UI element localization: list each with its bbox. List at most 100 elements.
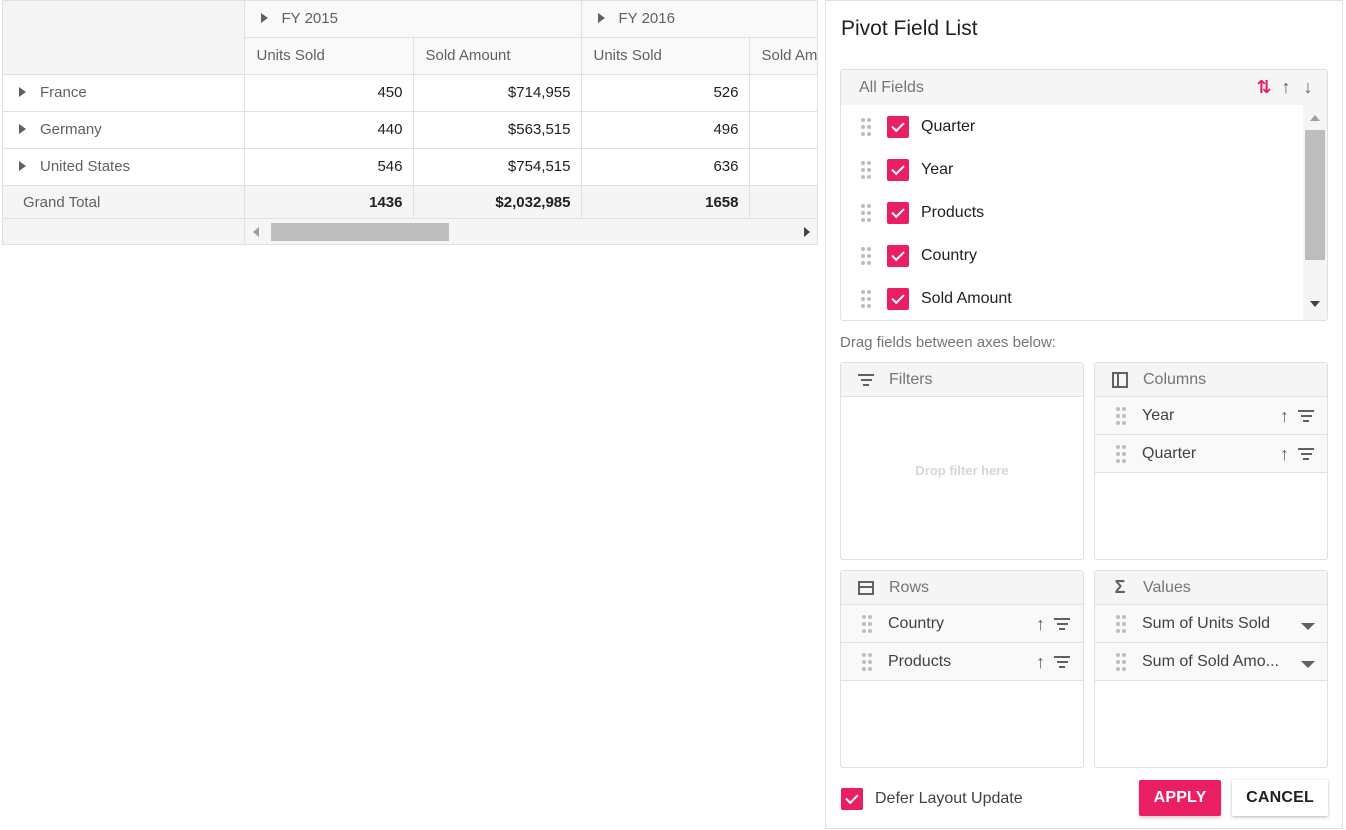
sort-descending-icon[interactable]: ↓ (1299, 78, 1317, 96)
vertical-scrollbar[interactable] (1303, 105, 1327, 320)
scroll-right-icon[interactable] (804, 227, 810, 237)
defer-layout-label[interactable]: Defer Layout Update (875, 790, 1023, 808)
filter-icon[interactable] (1053, 618, 1071, 630)
scrollbar-thumb[interactable] (1305, 130, 1325, 260)
expand-caret-icon[interactable] (19, 161, 26, 172)
drag-handle-icon[interactable] (862, 614, 872, 633)
drag-handle-icon[interactable] (1116, 652, 1126, 671)
expand-caret-icon[interactable] (597, 13, 605, 24)
drag-handle-icon[interactable] (861, 289, 871, 308)
rows-axis[interactable]: Rows Country ↑ Products ↑ (840, 570, 1084, 768)
value-cell[interactable]: $754,515 (413, 148, 582, 186)
drag-handle-icon[interactable] (1116, 614, 1126, 633)
total-cell[interactable]: 1436 (244, 185, 414, 221)
total-cell[interactable] (749, 185, 817, 221)
rows-icon (857, 579, 875, 597)
scroll-down-icon[interactable] (1310, 301, 1320, 307)
field-checkbox[interactable] (887, 201, 909, 224)
scrollbar-thumb[interactable] (271, 223, 449, 241)
apply-button[interactable]: APPLY (1139, 780, 1221, 816)
field-checkbox[interactable] (887, 287, 909, 310)
value-cell[interactable] (749, 148, 817, 186)
sort-ascending-icon[interactable]: ↑ (1277, 78, 1295, 96)
value-cell[interactable]: 526 (581, 74, 750, 112)
scroll-up-icon[interactable] (1310, 115, 1320, 121)
value-cell[interactable] (749, 74, 817, 112)
measure-header[interactable]: Units Sold (581, 37, 750, 75)
sort-ascending-icon[interactable]: ↑ (1036, 653, 1045, 671)
field-checkbox[interactable] (887, 244, 909, 267)
grand-total-row: Grand Total 1436 $2,032,985 1658 (3, 185, 817, 221)
sort-ascending-icon[interactable]: ↑ (1280, 407, 1289, 425)
column-group-header[interactable]: FY 2015 (244, 1, 582, 38)
axis-field-pill-sum-units-sold[interactable]: Sum of Units Sold (1095, 605, 1327, 643)
sigma-icon: Σ (1114, 577, 1126, 597)
filter-icon[interactable] (1297, 448, 1315, 460)
filter-icon[interactable] (1053, 656, 1071, 668)
axis-field-pill-sum-sold-amount[interactable]: Sum of Sold Amo... (1095, 643, 1327, 681)
dropdown-icon[interactable] (1301, 661, 1315, 668)
drop-filter-placeholder: Drop filter here (915, 463, 1009, 478)
value-cell[interactable] (749, 111, 817, 149)
field-item-year[interactable]: Year (841, 148, 1301, 191)
field-checkbox[interactable] (887, 115, 909, 138)
drag-hint-text: Drag fields between axes below: (840, 334, 1056, 351)
field-item-products[interactable]: Products (841, 191, 1301, 234)
measure-header[interactable]: Units Sold (244, 37, 414, 75)
row-header[interactable]: Germany (3, 111, 245, 149)
filter-icon (857, 371, 875, 389)
defer-layout-checkbox[interactable] (841, 788, 863, 810)
values-axis-header: Σ Values (1095, 571, 1327, 605)
drag-handle-icon[interactable] (861, 203, 871, 222)
axis-field-pill-products[interactable]: Products ↑ (841, 643, 1083, 681)
measure-header[interactable]: Sold Amount (413, 37, 582, 75)
table-row: United States 546 $754,515 636 (3, 148, 817, 186)
all-fields-box: All Fields ⇅ ↑ ↓ Quarter Year Products C… (840, 69, 1328, 321)
field-item-sold-amount[interactable]: Sold Amount (841, 277, 1301, 320)
sort-none-icon[interactable]: ⇅ (1255, 78, 1273, 96)
value-cell[interactable]: 440 (244, 111, 414, 149)
value-cell[interactable]: $563,515 (413, 111, 582, 149)
columns-axis[interactable]: Columns Year ↑ Quarter ↑ (1094, 362, 1328, 560)
axis-field-pill-country[interactable]: Country ↑ (841, 605, 1083, 643)
drag-handle-icon[interactable] (1116, 406, 1126, 425)
all-fields-label: All Fields (859, 78, 924, 96)
field-checkbox[interactable] (887, 158, 909, 181)
value-cell[interactable]: 450 (244, 74, 414, 112)
measure-header[interactable]: Sold Amount (749, 37, 817, 75)
total-cell[interactable]: $2,032,985 (413, 185, 582, 221)
total-cell[interactable]: 1658 (581, 185, 750, 221)
sort-ascending-icon[interactable]: ↑ (1280, 445, 1289, 463)
expand-caret-icon[interactable] (19, 124, 26, 135)
field-item-country[interactable]: Country (841, 234, 1301, 277)
cancel-button[interactable]: CANCEL (1232, 780, 1328, 816)
all-fields-header: All Fields ⇅ ↑ ↓ (841, 70, 1327, 105)
drag-handle-icon[interactable] (861, 117, 871, 136)
pivot-grid: FY 2015 FY 2016 Units Sold Sold Amount U… (2, 0, 818, 245)
value-cell[interactable]: $714,955 (413, 74, 582, 112)
row-header[interactable]: United States (3, 148, 245, 186)
filters-axis-header: Filters (841, 363, 1083, 397)
grand-total-label: Grand Total (3, 185, 245, 221)
drag-handle-icon[interactable] (861, 246, 871, 265)
drag-handle-icon[interactable] (861, 160, 871, 179)
axis-field-pill-quarter[interactable]: Quarter ↑ (1095, 435, 1327, 473)
field-item-quarter[interactable]: Quarter (841, 105, 1301, 148)
column-group-header[interactable]: FY 2016 (581, 1, 817, 38)
expand-caret-icon[interactable] (260, 13, 268, 24)
expand-caret-icon[interactable] (19, 87, 26, 98)
filter-icon[interactable] (1297, 410, 1315, 422)
scroll-left-icon[interactable] (253, 227, 259, 237)
value-cell[interactable]: 496 (581, 111, 750, 149)
row-header[interactable]: France (3, 74, 245, 112)
value-cell[interactable]: 636 (581, 148, 750, 186)
filters-axis[interactable]: Filters Drop filter here (840, 362, 1084, 560)
dropdown-icon[interactable] (1301, 623, 1315, 630)
values-axis[interactable]: Σ Values Sum of Units Sold Sum of Sold A… (1094, 570, 1328, 768)
sort-ascending-icon[interactable]: ↑ (1036, 615, 1045, 633)
drag-handle-icon[interactable] (862, 652, 872, 671)
value-cell[interactable]: 546 (244, 148, 414, 186)
axis-field-pill-year[interactable]: Year ↑ (1095, 397, 1327, 435)
drag-handle-icon[interactable] (1116, 444, 1126, 463)
horizontal-scrollbar[interactable] (244, 219, 817, 244)
